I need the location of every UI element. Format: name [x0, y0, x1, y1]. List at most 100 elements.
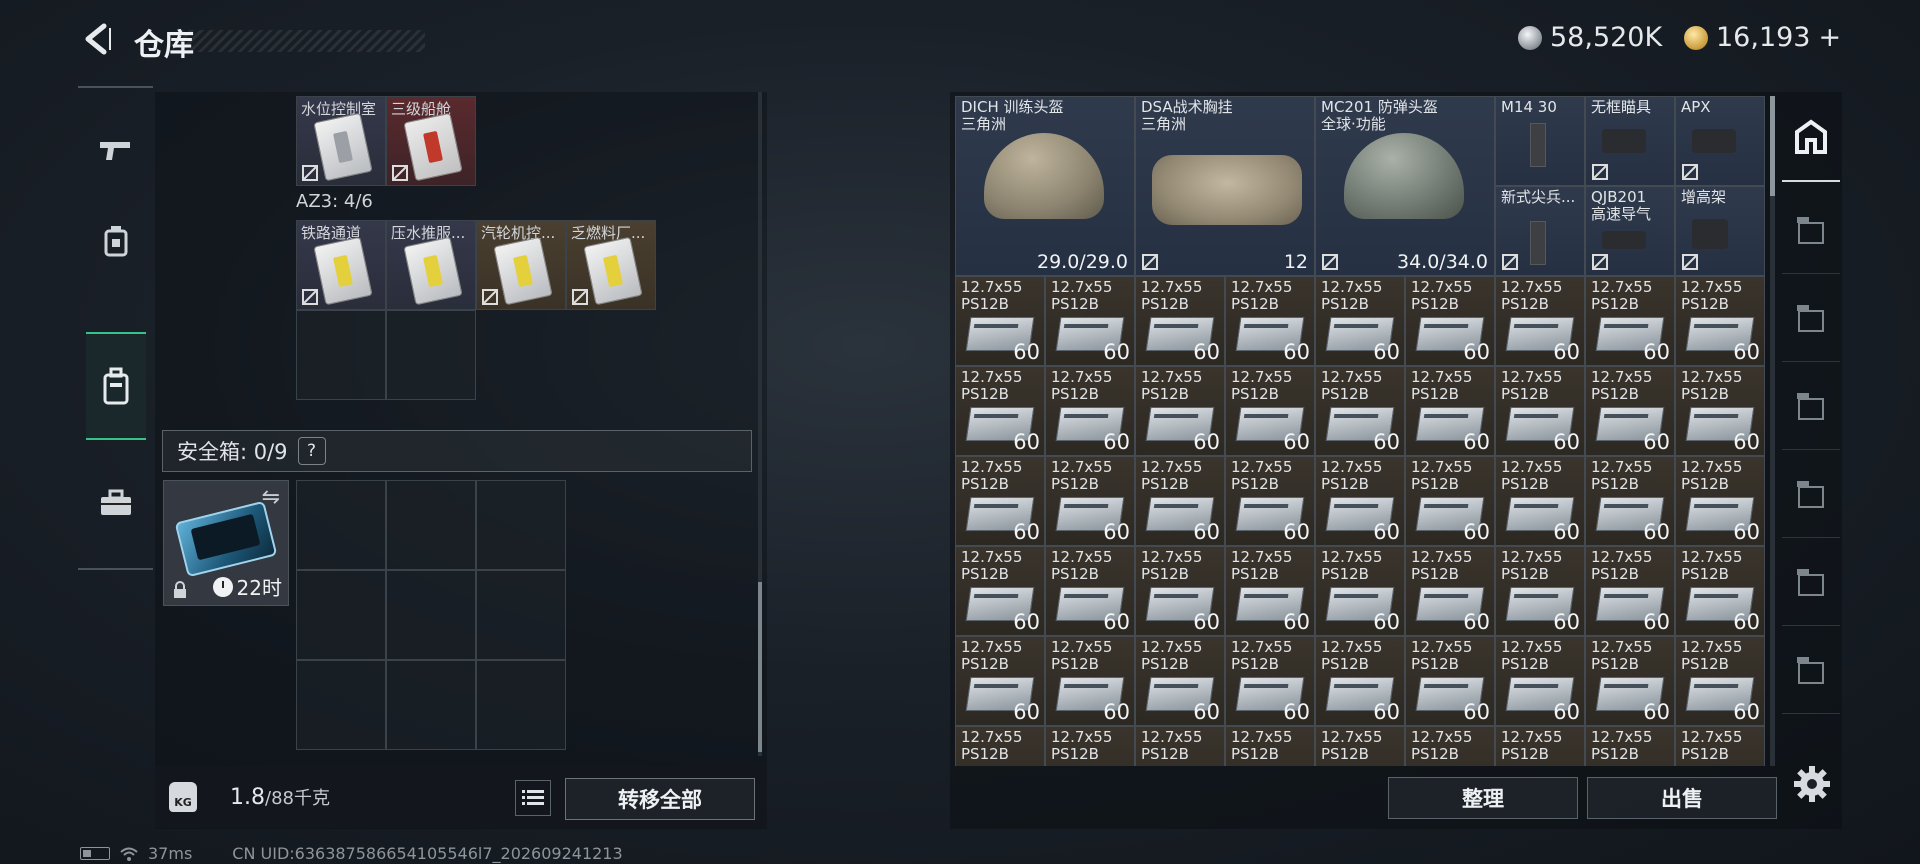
stash-item[interactable]: DSA战术胸挂 三角洲 12	[1135, 96, 1315, 276]
safe-box-slot[interactable]	[296, 570, 386, 660]
stash-item[interactable]: 新式尖兵...	[1495, 186, 1585, 276]
container-scrollbar[interactable]	[758, 92, 762, 756]
ammo-item[interactable]: 12.7x55PS12B60	[1495, 276, 1585, 366]
ammo-item[interactable]: 12.7x55PS12B60	[1405, 276, 1495, 366]
transfer-all-button[interactable]: 转移全部	[565, 778, 755, 820]
stash-tab-4[interactable]	[1782, 364, 1840, 450]
ammo-item[interactable]: 12.7x55PS12B60	[955, 726, 1045, 766]
stash-item[interactable]: 无框瞄具	[1585, 96, 1675, 186]
ammo-item[interactable]: 12.7x55PS12B60	[1405, 456, 1495, 546]
ammo-item[interactable]: 12.7x55PS12B60	[1405, 636, 1495, 726]
scrollbar-thumb[interactable]	[1770, 96, 1775, 196]
ammo-item[interactable]: 12.7x55PS12B60	[1225, 726, 1315, 766]
empty-slot[interactable]	[386, 310, 476, 400]
stash-tab-3[interactable]	[1782, 276, 1840, 362]
stash-scrollbar[interactable]	[1770, 96, 1775, 766]
stash-item[interactable]: M14 30	[1495, 96, 1585, 186]
keycard-slot[interactable]: 汽轮机控...	[476, 220, 566, 310]
stash-item[interactable]: 增高架	[1675, 186, 1765, 276]
stash-tab-6[interactable]	[1782, 540, 1840, 626]
stash-item[interactable]: DICH 训练头盔 三角洲 29.0/29.0	[955, 96, 1135, 276]
ammo-item[interactable]: 12.7x55PS12B60	[1495, 726, 1585, 766]
ammo-item[interactable]: 12.7x55PS12B60	[955, 456, 1045, 546]
add-gold-button[interactable]: +	[1818, 22, 1841, 53]
ammo-item[interactable]: 12.7x55PS12B60	[1675, 546, 1765, 636]
ammo-item[interactable]: 12.7x55PS12B60	[1315, 636, 1405, 726]
nav-case[interactable]	[86, 458, 146, 548]
stash-tab-1[interactable]	[1782, 96, 1840, 182]
list-view-button[interactable]	[515, 780, 551, 816]
ammo-item[interactable]: 12.7x55PS12B60	[1585, 546, 1675, 636]
ammo-item[interactable]: 12.7x55PS12B60	[1495, 636, 1585, 726]
scrollbar-thumb[interactable]	[758, 582, 762, 752]
stash-tab-7[interactable]	[1782, 628, 1840, 714]
stash-item[interactable]: QJB201 高速导气	[1585, 186, 1675, 276]
ammo-item[interactable]: 12.7x55PS12B60	[1585, 456, 1675, 546]
ammo-item[interactable]: 12.7x55PS12B60	[1405, 726, 1495, 766]
ammo-item[interactable]: 12.7x55PS12B60	[1675, 366, 1765, 456]
ammo-item[interactable]: 12.7x55PS12B60	[1315, 366, 1405, 456]
settings-gear-icon[interactable]	[1790, 762, 1834, 806]
safe-box-slot[interactable]	[386, 570, 476, 660]
ammo-item[interactable]: 12.7x55PS12B60	[1495, 546, 1585, 636]
ammo-item[interactable]: 12.7x55PS12B60	[1225, 636, 1315, 726]
stash-tab-5[interactable]	[1782, 452, 1840, 538]
ammo-item[interactable]: 12.7x55PS12B60	[1315, 276, 1405, 366]
ammo-item[interactable]: 12.7x55PS12B60	[1585, 366, 1675, 456]
safe-box-slot[interactable]	[476, 660, 566, 750]
ammo-item[interactable]: 12.7x55PS12B60	[1585, 726, 1675, 766]
keycard-slot[interactable]: 压水推服...	[386, 220, 476, 310]
ammo-item[interactable]: 12.7x55PS12B60	[1135, 636, 1225, 726]
ammo-item[interactable]: 12.7x55PS12B60	[1135, 456, 1225, 546]
keycard-slot[interactable]: 铁路通道	[296, 220, 386, 310]
ammo-item[interactable]: 12.7x55PS12B60	[1495, 456, 1585, 546]
ammo-item[interactable]: 12.7x55PS12B60	[1045, 726, 1135, 766]
ammo-item[interactable]: 12.7x55PS12B60	[1135, 276, 1225, 366]
ammo-item[interactable]: 12.7x55PS12B60	[1225, 276, 1315, 366]
nav-backpack[interactable]	[86, 332, 146, 440]
keycard-slot[interactable]: 三级船舱	[386, 96, 476, 186]
ammo-item[interactable]: 12.7x55PS12B60	[1315, 546, 1405, 636]
safe-box-slot[interactable]	[386, 660, 476, 750]
ammo-item[interactable]: 12.7x55PS12B60	[1675, 456, 1765, 546]
safe-box-slot[interactable]	[386, 480, 476, 570]
keycard-slot[interactable]: 水位控制室	[296, 96, 386, 186]
ammo-item[interactable]: 12.7x55PS12B60	[1585, 636, 1675, 726]
safe-box-slot[interactable]	[296, 660, 386, 750]
ammo-item[interactable]: 12.7x55PS12B60	[1045, 456, 1135, 546]
help-button[interactable]: ?	[297, 437, 326, 465]
ammo-item[interactable]: 12.7x55PS12B60	[1225, 366, 1315, 456]
ammo-item[interactable]: 12.7x55PS12B60	[1225, 456, 1315, 546]
ammo-item[interactable]: 12.7x55PS12B60	[1405, 546, 1495, 636]
ammo-item[interactable]: 12.7x55PS12B60	[1315, 456, 1405, 546]
sort-button[interactable]: 整理	[1388, 777, 1578, 819]
nav-armor[interactable]	[86, 196, 146, 286]
ammo-item[interactable]: 12.7x55PS12B60	[955, 276, 1045, 366]
safe-box-slot[interactable]	[476, 570, 566, 660]
ammo-item[interactable]: 12.7x55PS12B60	[1585, 276, 1675, 366]
ammo-item[interactable]: 12.7x55PS12B60	[1495, 366, 1585, 456]
ammo-item[interactable]: 12.7x55PS12B60	[1045, 636, 1135, 726]
ammo-item[interactable]: 12.7x55PS12B60	[1135, 366, 1225, 456]
ammo-item[interactable]: 12.7x55PS12B60	[1675, 636, 1765, 726]
back-arrow-icon[interactable]	[80, 22, 114, 56]
stash-tab-2[interactable]	[1782, 188, 1840, 274]
ammo-item[interactable]: 12.7x55PS12B60	[955, 546, 1045, 636]
nav-guns[interactable]	[86, 106, 146, 196]
ammo-item[interactable]: 12.7x55PS12B60	[1225, 546, 1315, 636]
gold-currency[interactable]: 16,193 +	[1684, 22, 1841, 53]
safe-box-slot[interactable]	[476, 480, 566, 570]
keycard-slot[interactable]: 乏燃料厂...	[566, 220, 656, 310]
safe-box-item[interactable]: ⇋ 22时	[163, 480, 289, 606]
ammo-item[interactable]: 12.7x55PS12B60	[1135, 726, 1225, 766]
ammo-item[interactable]: 12.7x55PS12B60	[1135, 546, 1225, 636]
ammo-item[interactable]: 12.7x55PS12B60	[955, 366, 1045, 456]
ammo-item[interactable]: 12.7x55PS12B60	[955, 636, 1045, 726]
ammo-item[interactable]: 12.7x55PS12B60	[1045, 276, 1135, 366]
ammo-item[interactable]: 12.7x55PS12B60	[1675, 276, 1765, 366]
stash-item[interactable]: MC201 防弹头盔 全球·功能 34.0/34.0	[1315, 96, 1495, 276]
ammo-item[interactable]: 12.7x55PS12B60	[1045, 546, 1135, 636]
ammo-item[interactable]: 12.7x55PS12B60	[1315, 726, 1405, 766]
ammo-item[interactable]: 12.7x55PS12B60	[1045, 366, 1135, 456]
ammo-item[interactable]: 12.7x55PS12B60	[1405, 366, 1495, 456]
